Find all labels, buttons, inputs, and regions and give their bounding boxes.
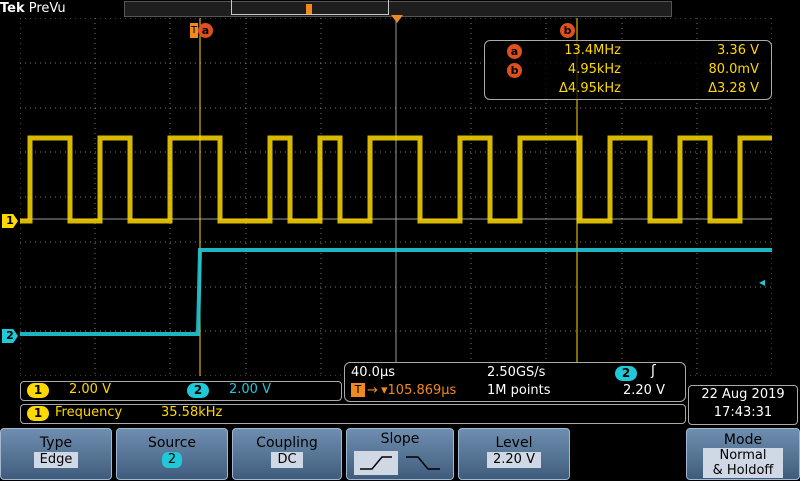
softkey-mode[interactable]: Mode Normal & Holdoff (686, 428, 800, 480)
readout-b-freq: 4.95kHz (567, 62, 621, 77)
cursor-b-label[interactable]: b (560, 23, 575, 38)
ch1-badge: 1 (27, 383, 49, 398)
cursor-readout-panel: a 13.4MHz 3.36 V b 4.95kHz 80.0mV Δ4.95k… (484, 40, 772, 100)
softkey-type-label: Type (39, 435, 73, 451)
trigger-slope-icon: ʃ (651, 363, 656, 379)
brand-label: Tek PreVu (0, 0, 66, 17)
softkey-slope-label: Slope (380, 431, 420, 447)
softkey-source-label: Source (147, 435, 197, 451)
timebase-readout[interactable]: 40.0µs 2.50GS/s 2 ʃ T → ▾105.869µs 1M po… (344, 362, 686, 402)
softkey-coupling[interactable]: Coupling DC (232, 428, 342, 480)
softkey-level-label: Level (495, 435, 533, 451)
ch1-ground-marker[interactable]: 1 (2, 214, 18, 228)
measurement-bar[interactable]: 1 Frequency 35.58kHz (20, 404, 686, 424)
trigger-source-badge: 2 (615, 366, 637, 381)
trigger-level: 2.20 V (623, 383, 665, 398)
trigger-t-icon: T (190, 23, 198, 38)
ch1-scale: 2.00 V (69, 382, 111, 397)
slope-options (354, 451, 440, 475)
readout-b-volt: 80.0mV (708, 62, 759, 77)
softkey-level[interactable]: Level 2.20 V (458, 428, 570, 480)
softkey-mode-value-1: Normal (719, 448, 767, 463)
trigger-position: ▾105.869µs (381, 383, 457, 398)
readout-b-tag: b (507, 63, 522, 78)
softkey-coupling-label: Coupling (256, 435, 318, 451)
readout-a-tag: a (507, 44, 522, 59)
readout-delta-volt: Δ3.28 V (708, 81, 759, 96)
softkey-mode-value-2: & Holdoff (712, 463, 774, 478)
time: 17:43:31 (713, 405, 773, 420)
readout-row-a: a 13.4MHz 3.36 V (485, 43, 771, 61)
date: 22 Aug 2019 (701, 387, 785, 402)
readout-delta-freq: Δ4.95kHz (559, 81, 621, 96)
ch2-ground-marker[interactable]: 2 (2, 329, 18, 343)
channel-scale-readout[interactable]: 1 2.00 V 2 2.00 V (20, 381, 342, 401)
softkey-level-value: 2.20 V (487, 452, 541, 468)
softkey-coupling-value: DC (271, 452, 303, 468)
measurement-label: Frequency (55, 405, 123, 420)
record-trigger-position (306, 4, 312, 14)
ch2-badge: 2 (187, 383, 209, 398)
trigger-level-arrow-icon[interactable]: ◂ (759, 275, 765, 289)
ch2-scale: 2.00 V (229, 382, 271, 397)
slope-rising-selected[interactable] (354, 451, 398, 475)
measurement-value: 35.58kHz (161, 405, 223, 420)
sample-rate: 2.50GS/s (487, 365, 546, 380)
arrow-right-icon: → (367, 383, 378, 398)
softkey-source-value: 2 (161, 452, 183, 468)
cursor-a-label: a (198, 23, 213, 38)
softkey-source[interactable]: Source 2 (116, 428, 228, 480)
softkey-slope[interactable]: Slope (346, 428, 454, 480)
time-per-div: 40.0µs (351, 365, 395, 380)
readout-row-delta: Δ4.95kHz Δ3.28 V (485, 81, 771, 99)
datetime-panel[interactable]: 22 Aug 2019 17:43:31 (688, 385, 798, 425)
falling-edge-icon[interactable] (406, 456, 440, 470)
record-length: 1M points (487, 383, 551, 398)
softkey-mode-value: Normal & Holdoff (702, 448, 784, 478)
trigger-t-icon: T (351, 383, 365, 397)
brand-tek: Tek (0, 1, 25, 16)
readout-a-volt: 3.36 V (717, 43, 759, 58)
softkey-mode-label: Mode (723, 432, 763, 448)
prevu-label: PreVu (28, 1, 66, 16)
softkey-type-value: Edge (33, 452, 79, 468)
measurement-channel-badge: 1 (27, 406, 49, 421)
readout-row-b: b 4.95kHz 80.0mV (485, 62, 771, 80)
readout-a-freq: 13.4MHz (564, 43, 621, 58)
softkey-type[interactable]: Type Edge (0, 428, 112, 480)
